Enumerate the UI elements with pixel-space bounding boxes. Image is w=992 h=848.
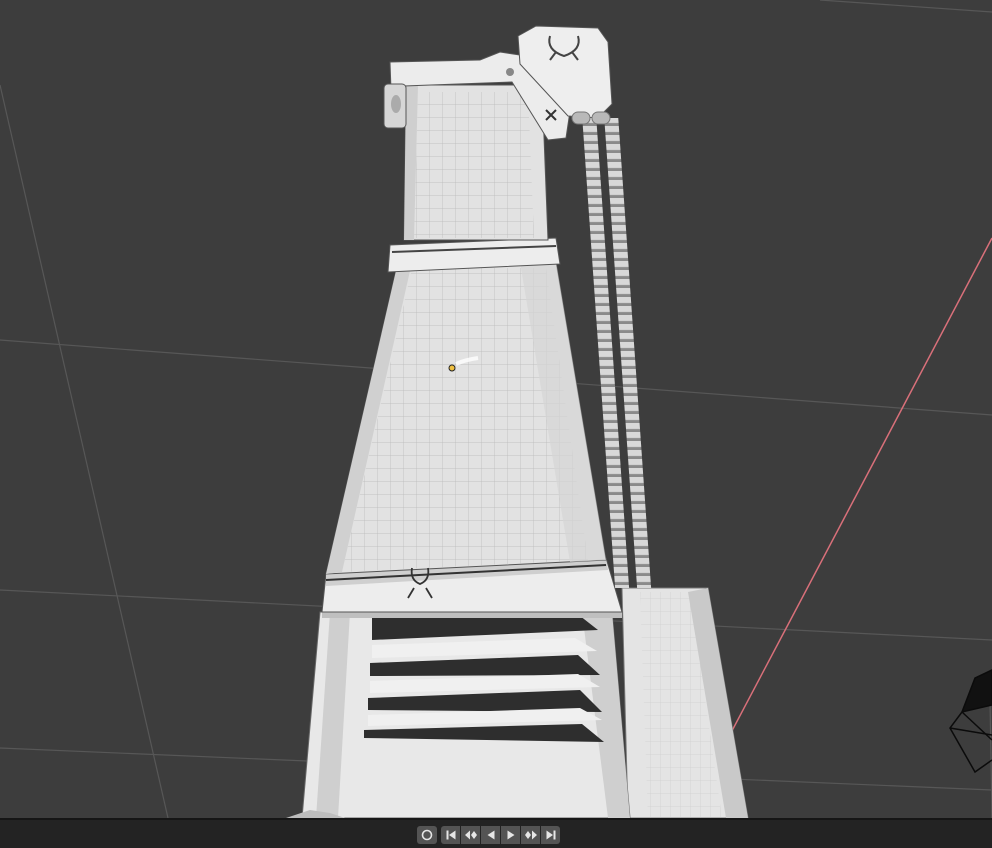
keyframe-next-icon: [524, 830, 537, 840]
playback-controls: [417, 826, 560, 844]
viewport-scene: [0, 0, 992, 818]
record-icon: [421, 829, 433, 841]
keyframe-prev-icon: [464, 830, 477, 840]
play-reverse-button[interactable]: [481, 826, 500, 844]
jump-to-start-button[interactable]: [441, 826, 460, 844]
play-reverse-icon: [487, 830, 494, 840]
jump-to-end-button[interactable]: [541, 826, 560, 844]
jump-to-keyframe-prev-button[interactable]: [461, 826, 480, 844]
play-button[interactable]: [501, 826, 520, 844]
playback-button-group: [441, 826, 560, 844]
tower-model[interactable]: [301, 25, 749, 818]
jump-to-keyframe-next-button[interactable]: [521, 826, 540, 844]
jump-end-icon: [546, 830, 555, 840]
3d-viewport[interactable]: [0, 0, 992, 818]
camera-object[interactable]: [949, 669, 992, 774]
play-icon: [507, 830, 514, 840]
record-button[interactable]: [417, 826, 437, 844]
jump-start-icon: [446, 830, 455, 840]
timeline-bar: [0, 818, 992, 848]
